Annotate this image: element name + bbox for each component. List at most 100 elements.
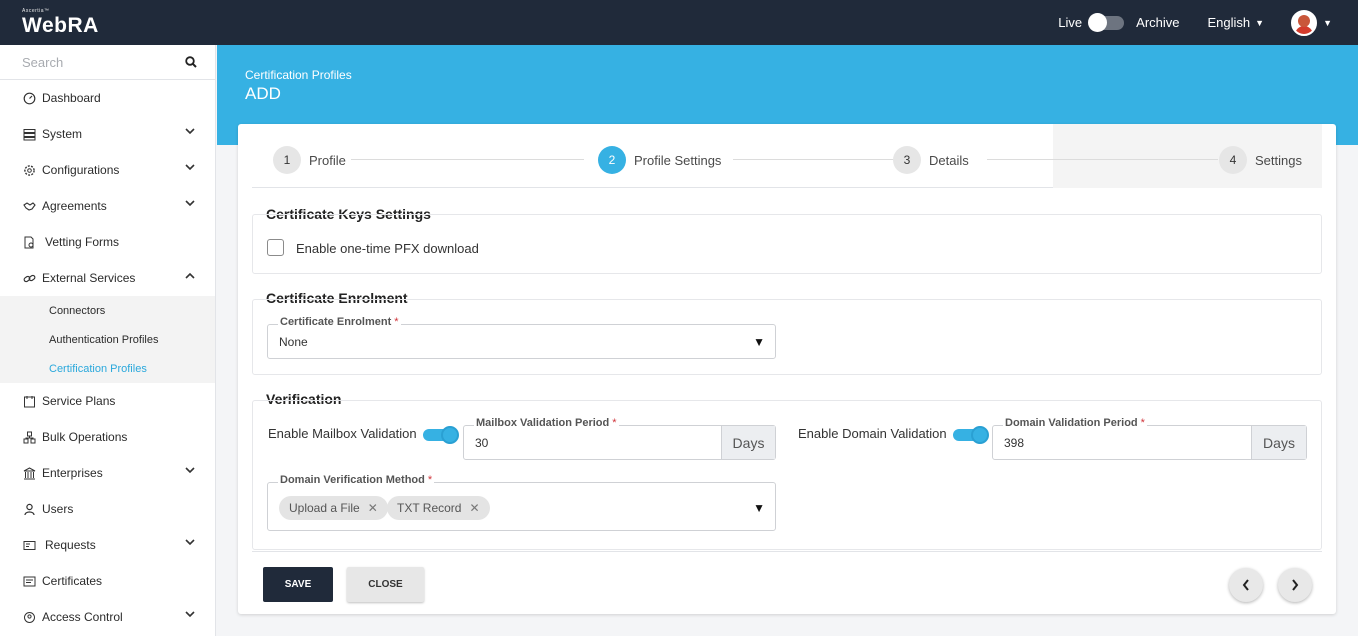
close-button[interactable]: CLOSE xyxy=(347,567,424,602)
sidebar-item-external-services[interactable]: External Services xyxy=(0,260,215,296)
sidebar-item-certificates[interactable]: Certificates xyxy=(0,563,215,599)
domain-validation-period-input[interactable]: 398 xyxy=(1004,436,1024,450)
sidebar-item-label: Certificates xyxy=(42,574,103,588)
domain-validation-toggle[interactable] xyxy=(953,426,989,444)
dropdown-arrow-icon: ▼ xyxy=(753,501,765,515)
step-number: 4 xyxy=(1219,146,1247,174)
live-label: Live xyxy=(1058,15,1083,30)
method-chip[interactable]: TXT Record ✕ xyxy=(387,496,490,520)
field-label: Domain Validation Period * xyxy=(1003,417,1147,429)
field-label: Mailbox Validation Period * xyxy=(474,417,619,429)
vetting-forms-icon xyxy=(22,235,36,249)
dropdown-arrow-icon: ▼ xyxy=(753,335,765,349)
sidebar-item-bulk-operations[interactable]: Bulk Operations xyxy=(0,419,215,455)
sidebar-item-label: External Services xyxy=(42,271,136,285)
language-selector[interactable]: English ▼ xyxy=(1208,15,1265,30)
step-connector xyxy=(733,159,893,160)
step-connector xyxy=(987,159,1218,160)
sidebar-item-agreements[interactable]: Agreements xyxy=(0,188,215,224)
step-profile-settings[interactable]: 2 Profile Settings xyxy=(598,146,721,174)
sidebar-item-dashboard[interactable]: Dashboard xyxy=(0,80,215,116)
sidebar-item-users[interactable]: Users xyxy=(0,491,215,527)
sidebar-item-label: Bulk Operations xyxy=(42,430,128,444)
chevron-down-icon: ▼ xyxy=(1255,17,1265,28)
dashboard-icon xyxy=(22,91,36,105)
chevron-down-icon xyxy=(185,200,195,207)
mailbox-validation-period-input[interactable]: 30 xyxy=(475,436,488,450)
sidebar-item-vetting-forms[interactable]: Vetting Forms xyxy=(0,224,215,260)
toggle-knob xyxy=(441,426,459,444)
divider xyxy=(252,551,1322,552)
sidebar-item-label: Access Control xyxy=(42,610,123,624)
remove-chip-icon[interactable]: ✕ xyxy=(469,501,479,515)
sidebar-item-label: Vetting Forms xyxy=(45,235,120,249)
breadcrumb[interactable]: Certification Profiles xyxy=(245,68,352,82)
brand-name: WebRA xyxy=(22,14,99,37)
requests-icon xyxy=(22,538,36,552)
next-step-button[interactable] xyxy=(1278,568,1312,602)
live-archive-toggle[interactable] xyxy=(1088,12,1125,32)
step-number: 1 xyxy=(273,146,301,174)
search-input[interactable]: Search xyxy=(22,55,63,70)
step-label: Details xyxy=(929,152,969,168)
step-label: Profile Settings xyxy=(634,152,722,168)
chip-label: Upload a File xyxy=(289,501,360,515)
user-menu-chevron-icon[interactable]: ▼ xyxy=(1323,18,1332,28)
sidebar-item-label: Service Plans xyxy=(42,394,116,408)
sidebar-subitem-connectors[interactable]: Connectors xyxy=(0,296,215,325)
chip-label: TXT Record xyxy=(397,501,462,515)
chevron-right-icon xyxy=(1292,579,1299,591)
certificate-icon xyxy=(22,574,36,588)
pfx-download-checkbox[interactable] xyxy=(267,239,284,256)
domain-verification-method-select[interactable]: Domain Verification Method * Upload a Fil… xyxy=(267,474,776,531)
top-bar: Ascertia™ WebRA Live Archive English ▼ ▼ xyxy=(0,0,1358,45)
mailbox-validation-label: Enable Mailbox Validation xyxy=(268,426,417,441)
top-right-controls: Live Archive English ▼ ▼ xyxy=(1058,0,1332,45)
search-icon[interactable] xyxy=(185,56,197,68)
field-label: Certificate Enrolment * xyxy=(278,316,401,328)
domain-validation-period-field[interactable]: Domain Validation Period * 398 Days xyxy=(992,417,1307,460)
sidebar-item-label: Users xyxy=(42,502,74,516)
sidebar-item-label: Configurations xyxy=(42,163,120,177)
service-plans-icon xyxy=(22,394,36,408)
certificate-enrolment-value: None xyxy=(279,335,308,349)
chevron-left-icon xyxy=(1242,579,1249,591)
remove-chip-icon[interactable]: ✕ xyxy=(368,501,378,515)
field-label: Domain Verification Method * xyxy=(278,474,435,486)
step-number: 2 xyxy=(598,146,626,174)
sidebar-item-enterprises[interactable]: Enterprises xyxy=(0,455,215,491)
step-settings[interactable]: 4 Settings xyxy=(1219,146,1302,174)
app-logo[interactable]: Ascertia™ WebRA xyxy=(22,8,99,38)
sidebar-item-requests[interactable]: Requests xyxy=(0,527,215,563)
step-details[interactable]: 3 Details xyxy=(893,146,969,174)
previous-step-button[interactable] xyxy=(1229,568,1263,602)
wizard-card: 1 Profile 2 Profile Settings 3 Details 4… xyxy=(238,124,1336,614)
language-label: English xyxy=(1207,15,1251,30)
sidebar-item-configurations[interactable]: Configurations xyxy=(0,152,215,188)
chevron-down-icon xyxy=(185,467,195,474)
sidebar-item-service-plans[interactable]: Service Plans xyxy=(0,383,215,419)
gear-icon xyxy=(22,163,36,177)
chevron-down-icon xyxy=(185,539,195,546)
bulk-operations-icon xyxy=(22,430,36,444)
step-profile[interactable]: 1 Profile xyxy=(273,146,346,174)
sidebar-subitem-certification-profiles[interactable]: Certification Profiles xyxy=(0,354,215,383)
save-button[interactable]: SAVE xyxy=(263,567,333,602)
sidebar-item-label: Dashboard xyxy=(42,91,101,105)
sidebar-item-label: Agreements xyxy=(42,199,107,213)
avatar[interactable] xyxy=(1291,9,1318,36)
step-connector xyxy=(351,159,584,160)
sidebar-item-label: Enterprises xyxy=(42,466,103,480)
sidebar-search[interactable]: Search xyxy=(0,45,215,80)
page-title: ADD xyxy=(245,84,281,103)
mailbox-validation-period-field[interactable]: Mailbox Validation Period * 30 Days xyxy=(463,417,776,460)
mailbox-validation-toggle[interactable] xyxy=(423,426,459,444)
certificate-enrolment-select[interactable]: Certificate Enrolment * None ▼ xyxy=(267,316,776,359)
toggle-knob xyxy=(971,426,989,444)
method-chip[interactable]: Upload a File ✕ xyxy=(279,496,388,520)
domain-validation-label: Enable Domain Validation xyxy=(798,426,947,441)
step-label: Profile xyxy=(309,152,346,168)
sidebar-subitem-authentication-profiles[interactable]: Authentication Profiles xyxy=(0,325,215,354)
sidebar-item-system[interactable]: System xyxy=(0,116,215,152)
sidebar-item-access-control[interactable]: Access Control xyxy=(0,599,215,635)
